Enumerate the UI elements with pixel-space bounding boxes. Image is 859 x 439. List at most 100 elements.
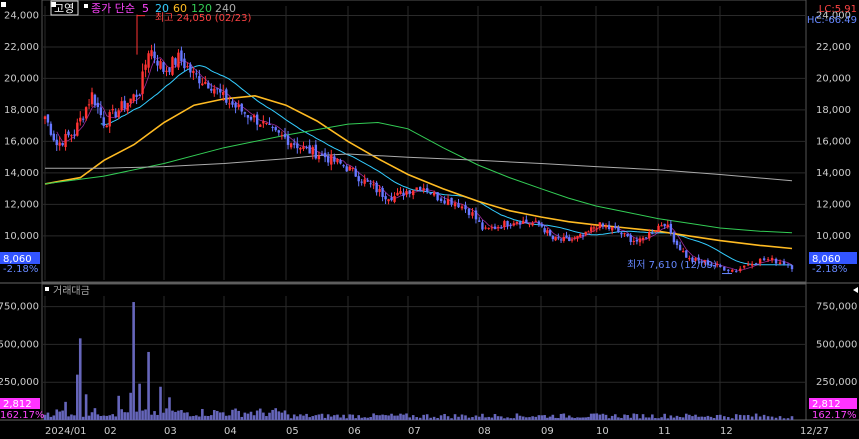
volume-bar xyxy=(651,414,654,420)
candle-body xyxy=(598,222,602,228)
candle-body xyxy=(778,262,782,265)
volume-bar xyxy=(422,414,425,420)
candle-body xyxy=(207,82,210,89)
candle-body xyxy=(614,225,617,228)
candle-body xyxy=(311,147,314,155)
volume-bar xyxy=(84,394,88,420)
volume-bar xyxy=(554,417,557,420)
x-tick-label: 07 xyxy=(408,426,421,437)
candle-body xyxy=(515,221,519,224)
volume-bar xyxy=(766,416,770,420)
candle-body xyxy=(378,188,381,192)
candle-body xyxy=(648,232,651,239)
volume-bar xyxy=(329,416,333,420)
candle-body xyxy=(79,117,82,122)
candle-body xyxy=(390,197,393,201)
candle-body xyxy=(354,168,357,177)
price-tick-label-left: 10,000 xyxy=(4,231,39,242)
volume-bar xyxy=(277,411,281,420)
candle-body xyxy=(632,240,635,242)
price-badge-change: -2.18% xyxy=(812,264,847,275)
candle-body xyxy=(439,198,443,202)
candle-body xyxy=(762,258,766,261)
volume-bar xyxy=(712,418,716,420)
candle-body xyxy=(384,196,387,200)
candle-body xyxy=(186,66,189,68)
volume-bar xyxy=(678,416,682,420)
price-tick-label-left: 12,000 xyxy=(4,199,39,210)
volume-bar xyxy=(108,415,112,420)
axis-labels: 24,000 24,00022,000 22,00020,000 20,00018,0… xyxy=(0,10,857,437)
candle-body xyxy=(265,122,268,124)
volume-bar xyxy=(283,410,287,420)
stock-chart[interactable]: 24,000 24,00022,000 22,00020,000 20,00018,0… xyxy=(0,0,859,439)
x-tick-label: 09 xyxy=(541,426,554,437)
scroll-arrow-icon[interactable] xyxy=(853,287,858,293)
candle-body xyxy=(551,235,555,240)
candle-body xyxy=(323,152,327,158)
candle-body xyxy=(688,258,691,260)
volume-bar xyxy=(697,416,700,420)
candle-body xyxy=(61,142,64,146)
candle-body xyxy=(93,94,97,106)
volume-bar xyxy=(506,417,509,420)
candle-body xyxy=(490,227,494,229)
candle-body xyxy=(620,232,623,235)
volume-bar xyxy=(688,414,691,420)
candle-body xyxy=(543,228,546,233)
volume-bar xyxy=(669,415,673,420)
candle-body xyxy=(274,127,277,131)
candle-body xyxy=(592,227,596,229)
volume-bar xyxy=(467,417,471,420)
ma5-line xyxy=(56,57,793,271)
volume-bar xyxy=(750,416,754,420)
candle-body xyxy=(782,261,786,265)
candle-body xyxy=(790,265,794,270)
volume-bar xyxy=(234,408,237,420)
candle-body xyxy=(234,103,237,108)
volume-bar xyxy=(758,416,762,420)
volume-bar xyxy=(754,413,758,420)
price-tick-label-left: 18,000 xyxy=(4,105,39,116)
candle-body xyxy=(363,179,366,184)
candle-body xyxy=(64,133,67,148)
volume-bar xyxy=(280,412,284,420)
ma5-label: 5 xyxy=(142,2,149,15)
price-badge-left: 8,060 -2.18% xyxy=(0,252,40,275)
candle-body xyxy=(436,192,439,201)
candle-body xyxy=(330,154,333,165)
volume-bar xyxy=(351,414,355,420)
volume-tick-label-left: 500,000 xyxy=(0,339,39,350)
price-tick-label-right: 14,000 xyxy=(816,168,851,179)
candle-body xyxy=(387,199,390,202)
candle-body xyxy=(537,221,541,225)
x-tick-label: 03 xyxy=(164,426,177,437)
candle-body xyxy=(393,196,396,202)
candle-body xyxy=(165,70,168,72)
volume-bar xyxy=(87,415,91,420)
candle-body xyxy=(601,223,605,227)
volume-bar xyxy=(174,411,177,420)
volume-bar xyxy=(496,416,500,420)
volume-bar xyxy=(457,416,460,420)
candle-body xyxy=(666,224,669,228)
candle-body xyxy=(144,64,147,70)
candle-body xyxy=(429,192,432,195)
candle-body xyxy=(672,232,676,243)
stock-name[interactable]: 고영 xyxy=(54,2,74,15)
volume-bar xyxy=(114,416,117,420)
volume-bar xyxy=(578,417,582,420)
price-tick-label-right: 20,000 xyxy=(816,73,851,84)
candle-body xyxy=(617,227,620,232)
volume-bar xyxy=(453,414,457,420)
candle-body xyxy=(559,239,563,241)
price-tick-label-left: 24,000 xyxy=(4,10,39,21)
volume-bar xyxy=(663,413,666,420)
volume-badge-value: 2,812 xyxy=(812,399,841,410)
volume-bar xyxy=(73,415,76,420)
candle-body xyxy=(84,107,88,119)
candle-body xyxy=(237,104,240,108)
volume-bar xyxy=(531,416,534,420)
volume-bar xyxy=(396,415,399,420)
hc-label: HC:-66.49 xyxy=(807,15,857,26)
